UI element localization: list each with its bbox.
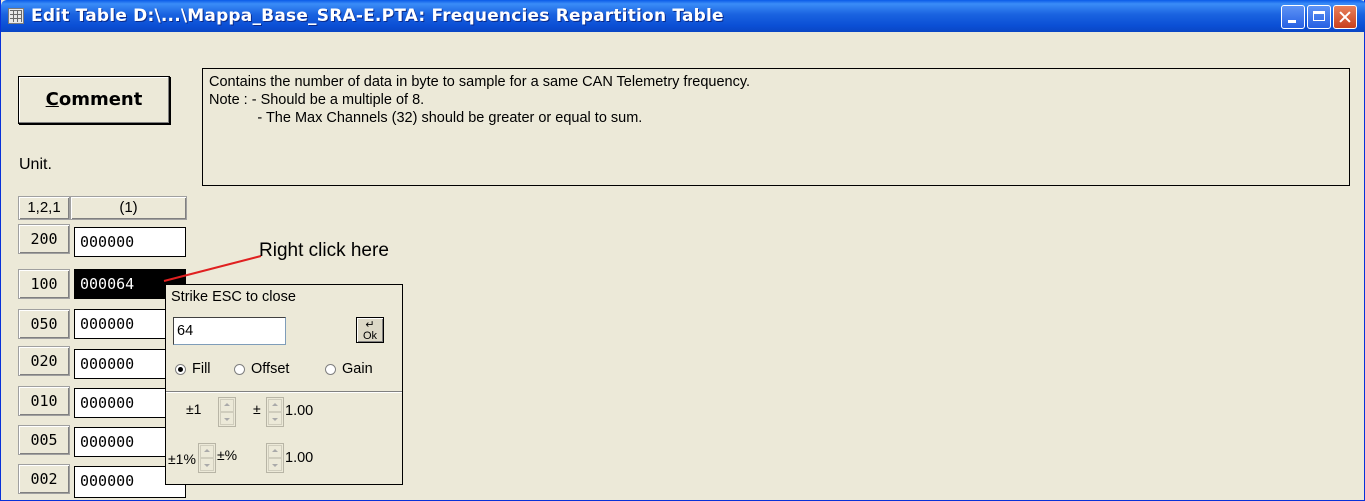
popup-hint: Strike ESC to close [171, 289, 296, 305]
comment-line: Note : - Should be a multiple of 8. [209, 92, 425, 108]
comment-line: Contains the number of data in byte to s… [209, 74, 751, 90]
percent-value: 1.00 [285, 450, 314, 466]
window-title: Edit Table D:\...\Mappa_Base_SRA-E.PTA: … [31, 6, 724, 26]
annotation-text: Right click here [259, 240, 389, 261]
comment-line: - The Max Channels (32) should be greate… [209, 110, 643, 126]
row-header: 100 [18, 269, 70, 299]
ok-label: Ok [362, 330, 378, 342]
comment-button-mnemonic: C [45, 89, 59, 110]
value-input[interactable] [173, 317, 286, 345]
offset-radio[interactable]: Offset [234, 359, 289, 379]
popup-divider [166, 391, 402, 393]
axis-header: 1,2,1 [18, 196, 70, 220]
table-icon [8, 8, 24, 24]
step-label: ± [253, 401, 261, 417]
radio-dot [325, 363, 336, 375]
minimize-button[interactable] [1281, 5, 1305, 29]
edit-table-window: Edit Table D:\...\Mappa_Base_SRA-E.PTA: … [0, 0, 1365, 501]
step-spinner[interactable] [218, 397, 236, 427]
radio-dot [175, 363, 186, 375]
table-cell[interactable]: 000000 [74, 227, 186, 257]
comment-button-label: omment [58, 89, 143, 110]
percent-label: ±% [217, 447, 238, 463]
radio-label: Gain [342, 361, 373, 377]
enter-arrow-icon: ↵ [365, 319, 375, 331]
percent-value-spinner[interactable] [266, 443, 284, 473]
step-value: 1.00 [285, 403, 314, 419]
row-header: 020 [18, 346, 70, 376]
close-button[interactable] [1333, 5, 1357, 29]
row-header: 010 [18, 386, 70, 416]
step-value-spinner[interactable] [266, 397, 284, 427]
maximize-button[interactable] [1307, 5, 1331, 29]
comment-text-box[interactable]: Contains the number of data in byte to s… [202, 68, 1350, 186]
percent-label: ±1% [168, 451, 196, 467]
column-header[interactable]: (1) [70, 196, 187, 220]
step-label: ±1 [186, 401, 202, 417]
row-header: 200 [18, 224, 70, 254]
unit-label: Unit. [19, 156, 52, 173]
row-header: 005 [18, 425, 70, 455]
fill-radio[interactable]: Fill [175, 359, 211, 379]
comment-button[interactable]: Comment [18, 76, 170, 124]
value-edit-popup: Strike ESC to close ↵Ok Fill Offset Gain… [165, 284, 403, 485]
radio-label: Offset [251, 361, 290, 377]
ok-button[interactable]: ↵ Ok [356, 317, 384, 343]
row-header: 050 [18, 309, 70, 339]
radio-label: Fill [192, 361, 211, 377]
gain-radio[interactable]: Gain [325, 359, 373, 379]
percent-spinner[interactable] [198, 443, 216, 473]
radio-dot [234, 363, 245, 375]
title-bar[interactable]: Edit Table D:\...\Mappa_Base_SRA-E.PTA: … [1, 0, 1365, 32]
row-header: 002 [18, 464, 70, 494]
